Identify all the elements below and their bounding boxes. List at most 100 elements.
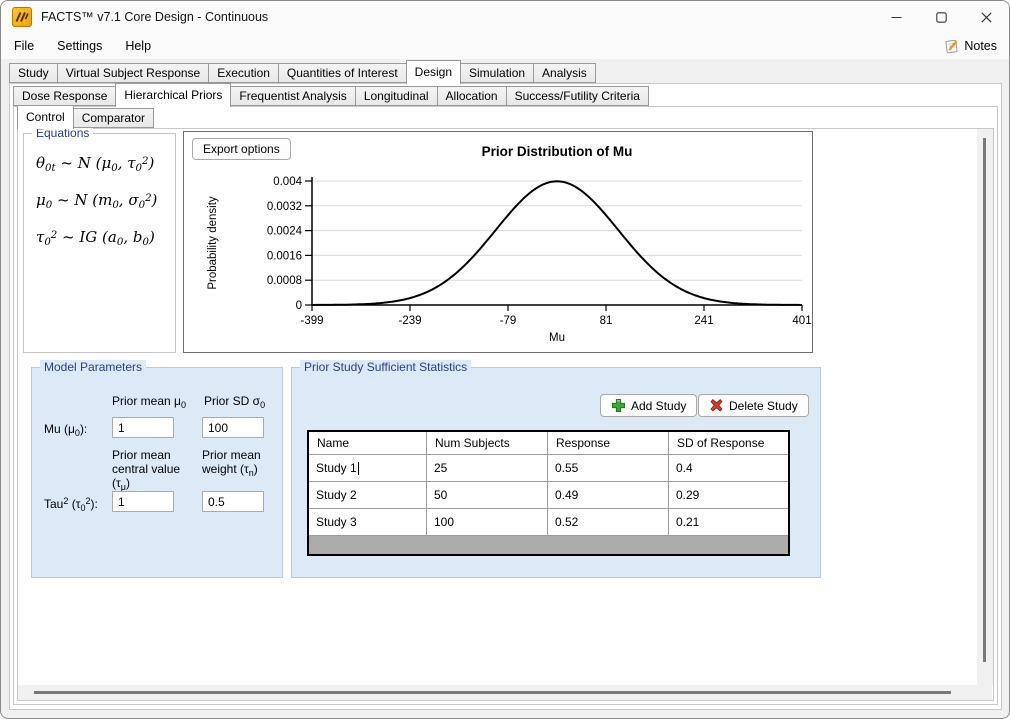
table-header-row: NameNum SubjectsResponseSD of Response (309, 432, 788, 454)
x-tick-label: -79 (500, 315, 517, 327)
y-tick-label: 0.0032 (267, 201, 302, 213)
tab-study[interactable]: Study (9, 63, 58, 83)
x-tick-label: -399 (300, 315, 323, 327)
tab-success-futility-criteria[interactable]: Success/Futility Criteria (506, 86, 649, 106)
delete-icon (709, 398, 724, 413)
tab-longitudinal[interactable]: Longitudinal (355, 86, 438, 106)
equation-line: μ0 ~ N (m0, σ02) (36, 191, 163, 211)
chart-title: Prior Distribution of Mu (482, 144, 633, 159)
tab-simulation[interactable]: Simulation (460, 63, 534, 83)
notes-icon (944, 39, 960, 54)
table-cell[interactable]: Study 2 (309, 481, 427, 508)
y-axis-label: Probability density (207, 196, 219, 290)
prior-mean-column-header: Prior mean μ0 (112, 394, 186, 410)
maximize-icon (936, 12, 947, 23)
mu-prior-sd-input[interactable] (202, 417, 264, 438)
menu-item-file[interactable]: File (4, 35, 44, 57)
export-options-button[interactable]: Export options (192, 138, 291, 160)
app-window: FACTS™ v7.1 Core Design - Continuous Fil… (0, 0, 1010, 719)
table-empty-area (309, 535, 788, 554)
equation-line: θ0t ~ N (μ0, τ02) (36, 154, 163, 174)
model-parameters-group: Model Parameters Prior mean μ0 Prior SD … (31, 367, 283, 578)
tab-virtual-subject-response[interactable]: Virtual Subject Response (57, 63, 210, 83)
equation-line: τ02 ~ IG (a0, b0) (36, 228, 163, 248)
window-title: FACTS™ v7.1 Core Design - Continuous (41, 10, 268, 24)
table-header-cell[interactable]: SD of Response (669, 432, 788, 454)
prior-distribution-chart: Prior Distribution of Mu00.00080.00160.0… (184, 132, 812, 352)
priors-sub-tab-strip: ControlComparator (17, 105, 153, 129)
tau2-central-value-input[interactable] (112, 491, 174, 512)
mu-row-label: Mu (μ0): (44, 422, 87, 438)
title-bar: FACTS™ v7.1 Core Design - Continuous (1, 1, 1009, 33)
tau2-weight-input[interactable] (202, 491, 264, 512)
y-tick-label: 0.004 (273, 176, 302, 188)
mu-prior-mean-input[interactable] (112, 417, 174, 438)
table-cell[interactable]: 25 (427, 454, 548, 481)
add-study-button[interactable]: Add Study (600, 394, 697, 417)
horizontal-scrollbar[interactable] (18, 685, 992, 700)
table-cell[interactable]: 0.21 (669, 508, 788, 535)
close-icon (981, 12, 992, 23)
prior-mean-weight-label: Prior mean weight (τn) (202, 448, 284, 478)
facts-app-icon (12, 7, 32, 27)
table-cell[interactable]: 0.55 (548, 454, 669, 481)
x-tick-label: 81 (600, 315, 613, 327)
tab-hierarchical-priors[interactable]: Hierarchical Priors (115, 83, 231, 107)
notes-label: Notes (964, 39, 997, 53)
prior-study-group: Prior Study Sufficient Statistics Add St… (291, 367, 821, 578)
table-header-cell[interactable]: Name (309, 432, 427, 454)
x-tick-label: 401 (792, 315, 811, 327)
notes-button[interactable]: Notes (944, 39, 997, 54)
x-tick-label: -239 (398, 315, 421, 327)
main-tab-strip: StudyVirtual Subject ResponseExecutionQu… (9, 60, 595, 84)
table-cell[interactable]: 0.49 (548, 481, 669, 508)
menu-bar: File Settings Help Notes (1, 33, 1009, 59)
tab-analysis[interactable]: Analysis (533, 63, 596, 83)
table-cell[interactable]: 100 (427, 508, 548, 535)
tab-quantities-of-interest[interactable]: Quantities of Interest (278, 63, 407, 83)
table-cell[interactable]: 50 (427, 481, 548, 508)
equations-group: Equations θ0t ~ N (μ0, τ02)μ0 ~ N (m0, σ… (23, 133, 176, 353)
equation-lines: θ0t ~ N (μ0, τ02) μ0 ~ N (m0, σ02) τ02 ~ I… (24, 134, 175, 248)
tab-frequentist-analysis[interactable]: Frequentist Analysis (230, 86, 355, 106)
tab-dose-response[interactable]: Dose Response (13, 86, 116, 106)
horizontal-scrollbar-thumb[interactable] (34, 691, 951, 694)
menu-item-help[interactable]: Help (115, 35, 161, 57)
table-header-cell[interactable]: Response (548, 432, 669, 454)
distribution-curve (312, 181, 802, 305)
table-row: Study 1250.550.4 (309, 454, 788, 481)
y-tick-label: 0.0024 (267, 226, 303, 238)
menu-item-settings[interactable]: Settings (47, 35, 112, 57)
design-sub-tab-strip: Dose ResponseHierarchical PriorsFrequent… (13, 83, 648, 107)
maximize-button[interactable] (919, 1, 964, 33)
delete-study-button[interactable]: Delete Study (698, 394, 809, 417)
vertical-scrollbar-thumb[interactable] (983, 138, 986, 662)
table-cell[interactable]: 0.52 (548, 508, 669, 535)
tab-allocation[interactable]: Allocation (437, 86, 507, 106)
vertical-scrollbar[interactable] (977, 129, 993, 685)
prior-sd-column-header: Prior SD σ0 (204, 394, 265, 410)
delete-study-label: Delete Study (729, 399, 798, 413)
close-button[interactable] (964, 1, 1009, 33)
table-cell[interactable]: 0.29 (669, 481, 788, 508)
tab-execution[interactable]: Execution (208, 63, 279, 83)
prior-study-table: NameNum SubjectsResponseSD of ResponseSt… (307, 430, 790, 556)
y-tick-label: 0.0008 (267, 275, 302, 287)
table-cell[interactable]: Study 1 (309, 454, 427, 481)
tau-row-label: Tau2 (τ02): (44, 496, 98, 513)
prior-distribution-chart-panel: Export options Prior Distribution of Mu 0… (183, 131, 813, 353)
prior-study-group-title: Prior Study Sufficient Statistics (300, 360, 471, 374)
table-cell[interactable]: Study 3 (309, 508, 427, 535)
tab-design[interactable]: Design (406, 60, 461, 84)
tab-control[interactable]: Control (17, 105, 74, 129)
text-caret (358, 462, 359, 475)
table-header-cell[interactable]: Num Subjects (427, 432, 548, 454)
table-cell[interactable]: 0.4 (669, 454, 788, 481)
minimize-icon (891, 12, 902, 23)
table-row: Study 2500.490.29 (309, 481, 788, 508)
table-row: Study 31000.520.21 (309, 508, 788, 535)
x-tick-label: 241 (694, 315, 713, 327)
tab-comparator[interactable]: Comparator (73, 108, 154, 128)
y-tick-label: 0 (296, 300, 302, 312)
minimize-button[interactable] (874, 1, 919, 33)
